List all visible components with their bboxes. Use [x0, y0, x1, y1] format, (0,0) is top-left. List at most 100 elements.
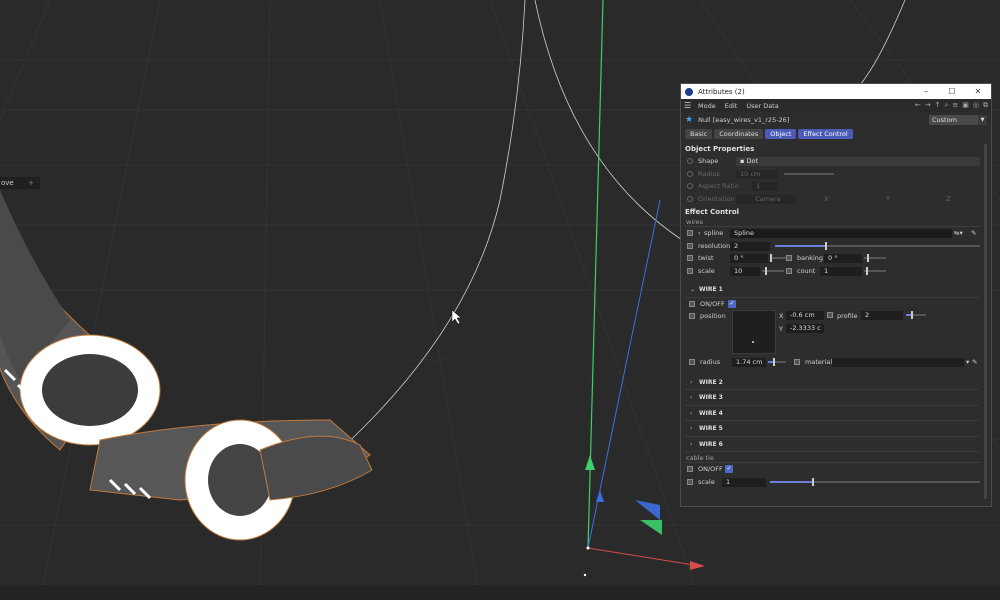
cable-tie-onoff-checkbox[interactable]: ✓ [725, 465, 733, 473]
expand-arrow-icon[interactable]: › [698, 229, 701, 237]
keyframe-icon[interactable] [827, 312, 833, 318]
keyframe-icon[interactable] [794, 359, 800, 365]
minimize-button[interactable]: – [913, 87, 939, 96]
cable-tie-scale-field[interactable]: 1 [722, 477, 766, 487]
tab-basic[interactable]: Basic [685, 128, 713, 139]
wire1-onoff-row: ON/OFF ✓ [684, 298, 980, 311]
twist-field[interactable]: 0 ° [730, 254, 768, 263]
search-icon[interactable]: ⌕ [944, 101, 948, 110]
aspect-ratio-field: 1 [752, 182, 778, 191]
count-slider[interactable] [864, 266, 886, 275]
tab-object[interactable]: Object [765, 128, 797, 139]
link-options-icon[interactable]: ⇆▾ [954, 229, 963, 237]
anim-dot-icon [687, 183, 693, 189]
profile-field[interactable]: 2 [861, 311, 903, 320]
shape-dropdown[interactable]: ▪ Dot [736, 157, 980, 166]
window-titlebar[interactable]: Attributes (2) – ☐ ✕ [681, 84, 991, 99]
count-field[interactable]: 1 [820, 266, 862, 276]
pick-icon[interactable]: ✎ [972, 358, 977, 366]
aspect-ratio-row: Aspect Ratio 1 [684, 180, 980, 193]
x-field[interactable]: -0.6 cm [786, 311, 824, 320]
add-tab-icon[interactable]: + [28, 177, 34, 189]
material-link-field[interactable] [832, 358, 964, 367]
keyframe-icon[interactable] [689, 359, 695, 365]
orientation-label: Orientation [698, 194, 735, 203]
profile-slider[interactable] [906, 311, 926, 319]
null-object-icon: ★ [685, 114, 694, 125]
resolution-label: resolution [698, 241, 731, 250]
position-point[interactable] [752, 341, 754, 343]
menu-user-data[interactable]: User Data [746, 102, 778, 110]
twist-label: twist [698, 254, 714, 262]
keyframe-icon[interactable] [687, 466, 693, 472]
attribute-tabs: Basic Coordinates Object Effect Control [681, 127, 991, 140]
cable-tie-onoff-label: ON/OFF [698, 465, 723, 473]
filter-icon[interactable]: ≡ [952, 101, 958, 110]
up-arrow-icon[interactable]: ↑ [935, 101, 941, 110]
keyframe-icon[interactable] [786, 267, 792, 274]
y-field[interactable]: -2.3333 c [786, 324, 824, 333]
menu-mode[interactable]: Mode [698, 102, 716, 110]
window-title: Attributes (2) [698, 87, 745, 96]
cable-tie-scale-label: scale [698, 477, 715, 486]
scale-slider[interactable] [762, 266, 784, 275]
position-2d-pad[interactable] [732, 310, 776, 354]
tab-coordinates[interactable]: Coordinates [714, 128, 764, 139]
cable-tie-scale-slider[interactable] [770, 477, 980, 486]
forward-arrow-icon[interactable]: → [925, 101, 931, 110]
settings-icon[interactable]: ◎ [973, 101, 979, 110]
wire2-header[interactable]: › WIRE 2 [684, 375, 980, 390]
tab-effect-control[interactable]: Effect Control [798, 128, 853, 139]
keyframe-icon[interactable] [687, 255, 693, 261]
wire1-radius-material-row: radius 1.74 cm material ▾ ✎ [684, 356, 980, 369]
radius-row: Radius 10 cm [684, 168, 980, 181]
pick-icon[interactable]: ✎ [971, 229, 976, 237]
object-properties-title: Object Properties [685, 145, 755, 153]
wire5-header[interactable]: › WIRE 5 [684, 421, 980, 437]
chevron-down-icon: ▼ [978, 114, 987, 125]
keyframe-icon[interactable] [687, 230, 693, 236]
keyframe-icon[interactable] [689, 300, 695, 307]
close-button[interactable]: ✕ [965, 87, 991, 96]
keyframe-icon[interactable] [687, 478, 693, 485]
keyframe-icon[interactable] [689, 313, 695, 319]
resolution-field[interactable]: 2 [730, 241, 770, 251]
wire4-header[interactable]: › WIRE 4 [684, 406, 980, 421]
spline-label: spline [704, 229, 724, 237]
banking-slider[interactable] [864, 254, 886, 262]
lock-icon[interactable]: ▣ [962, 101, 969, 110]
wire3-title: WIRE 3 [699, 394, 723, 401]
hamburger-menu-icon[interactable]: ☰ [684, 101, 693, 110]
resolution-row: resolution 2 [684, 240, 980, 253]
orientation-row: Orientation Camera X Y Z [684, 193, 980, 206]
wire1-header[interactable]: ⌄ WIRE 1 [684, 282, 980, 298]
viewport-tab[interactable]: ove + [0, 177, 40, 189]
wire1-onoff-checkbox[interactable]: ✓ [728, 299, 736, 308]
chevron-down-icon: ⌄ [690, 286, 696, 293]
shape-value: Dot [746, 157, 759, 165]
resolution-slider[interactable] [775, 241, 980, 250]
wire1-radius-field[interactable]: 1.74 cm [732, 358, 766, 367]
banking-field[interactable]: 0 ° [824, 254, 862, 263]
spline-link-field[interactable]: Spline [730, 229, 952, 238]
anim-dot-icon[interactable] [687, 158, 693, 164]
chevron-right-icon: › [690, 378, 693, 386]
wire4-title: WIRE 4 [699, 409, 723, 417]
wire1-radius-slider[interactable] [768, 358, 786, 366]
menu-edit[interactable]: Edit [725, 102, 738, 110]
link-options-icon[interactable]: ▾ [966, 358, 969, 366]
back-arrow-icon[interactable]: ← [915, 101, 921, 110]
keyframe-icon[interactable] [786, 255, 792, 261]
wire1-position-label: position [700, 312, 726, 320]
wire6-header[interactable]: › WIRE 6 [684, 437, 980, 452]
content-scrollbar[interactable] [984, 144, 987, 499]
keyframe-icon[interactable] [687, 242, 693, 249]
menu-bar: ☰ Mode Edit User Data ← → ↑ ⌕ ≡ ▣ ◎ ⧉ [681, 99, 991, 112]
cable-tie-onoff-row: ON/OFF ✓ [684, 463, 980, 476]
keyframe-icon[interactable] [687, 267, 693, 274]
wire3-header[interactable]: › WIRE 3 [684, 390, 980, 406]
mode-dropdown[interactable]: Custom ▼ [929, 114, 987, 125]
scale-field[interactable]: 10 [730, 266, 760, 276]
maximize-button[interactable]: ☐ [939, 87, 965, 96]
new-window-icon[interactable]: ⧉ [983, 101, 988, 110]
